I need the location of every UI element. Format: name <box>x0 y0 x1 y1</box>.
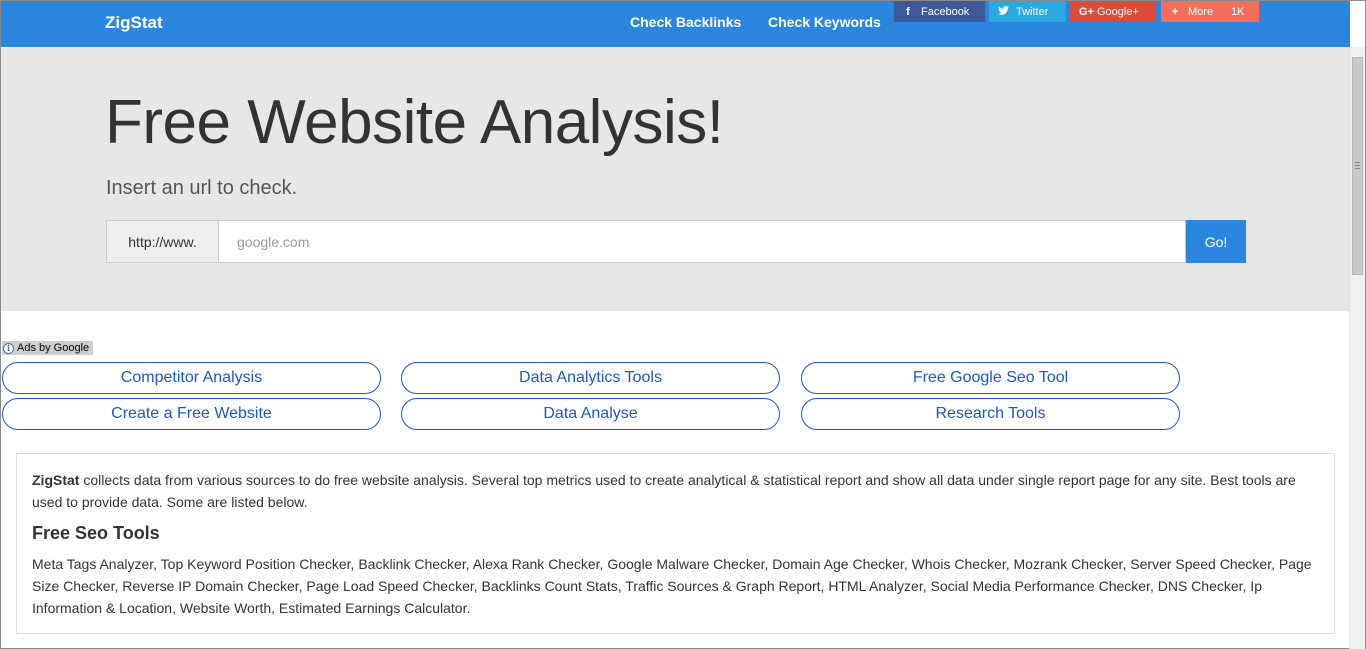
panel-intro: ZigStat collects data from various sourc… <box>32 469 1319 513</box>
ads-label-text: Ads by Google <box>17 342 90 354</box>
nav-check-keywords[interactable]: Check Keywords <box>768 14 881 30</box>
top-navbar: ZigStat Check Backlinks Check Keywords f… <box>1 1 1350 47</box>
url-input[interactable] <box>218 220 1186 263</box>
ad-link-data-analyse[interactable]: Data Analyse <box>401 398 780 430</box>
share-more-button[interactable]: + More 1K <box>1161 1 1259 22</box>
ad-link-research-tools[interactable]: Research Tools <box>801 398 1180 430</box>
brand-logo[interactable]: ZigStat <box>105 13 163 33</box>
twitter-icon <box>998 5 1009 18</box>
hero-title: Free Website Analysis! <box>105 88 724 157</box>
scrollbar-thumb[interactable] <box>1352 57 1363 275</box>
ad-link-data-analytics-tools[interactable]: Data Analytics Tools <box>401 362 780 394</box>
share-googleplus-label: Google+ <box>1097 5 1139 18</box>
url-search-form: http://www. Go! <box>106 220 1246 263</box>
hero-section: Free Website Analysis! Insert an url to … <box>1 47 1350 311</box>
scrollbar-grip-line <box>1355 165 1360 166</box>
page-scrollbar[interactable] <box>1349 47 1365 649</box>
info-panel: ZigStat collects data from various sourc… <box>16 453 1335 634</box>
scrollbar-grip-line <box>1355 168 1360 169</box>
panel-brand: ZigStat <box>32 472 80 488</box>
ads-by-google-label[interactable]: i Ads by Google <box>2 341 94 355</box>
panel-intro-text: collects data from various sources to do… <box>32 472 1296 510</box>
share-facebook-label: Facebook <box>921 5 970 18</box>
seo-tools-list: Meta Tags Analyzer, Top Keyword Position… <box>32 556 1312 616</box>
share-facebook-button[interactable]: f Facebook <box>894 1 985 22</box>
ad-link-create-free-website[interactable]: Create a Free Website <box>2 398 381 430</box>
info-icon: i <box>3 342 14 354</box>
share-twitter-label: Twitter <box>1016 5 1049 18</box>
go-button[interactable]: Go! <box>1186 220 1246 263</box>
url-prefix-addon: http://www. <box>106 220 218 263</box>
ad-link-free-google-seo-tool[interactable]: Free Google Seo Tool <box>801 362 1180 394</box>
facebook-icon: f <box>906 5 910 18</box>
hero-subtitle: Insert an url to check. <box>106 177 298 199</box>
plus-icon: + <box>1171 5 1179 18</box>
share-more-label: More <box>1188 5 1214 18</box>
share-count: 1K <box>1231 5 1245 18</box>
google-plus-icon: G+ <box>1079 5 1094 18</box>
scrollbar-grip-line <box>1355 162 1360 163</box>
nav-check-backlinks[interactable]: Check Backlinks <box>630 14 741 30</box>
share-googleplus-button[interactable]: G+ Google+ <box>1070 1 1156 22</box>
share-twitter-button[interactable]: Twitter <box>989 1 1066 22</box>
ad-link-competitor-analysis[interactable]: Competitor Analysis <box>2 362 381 394</box>
free-seo-tools-heading: Free Seo Tools <box>32 523 160 543</box>
